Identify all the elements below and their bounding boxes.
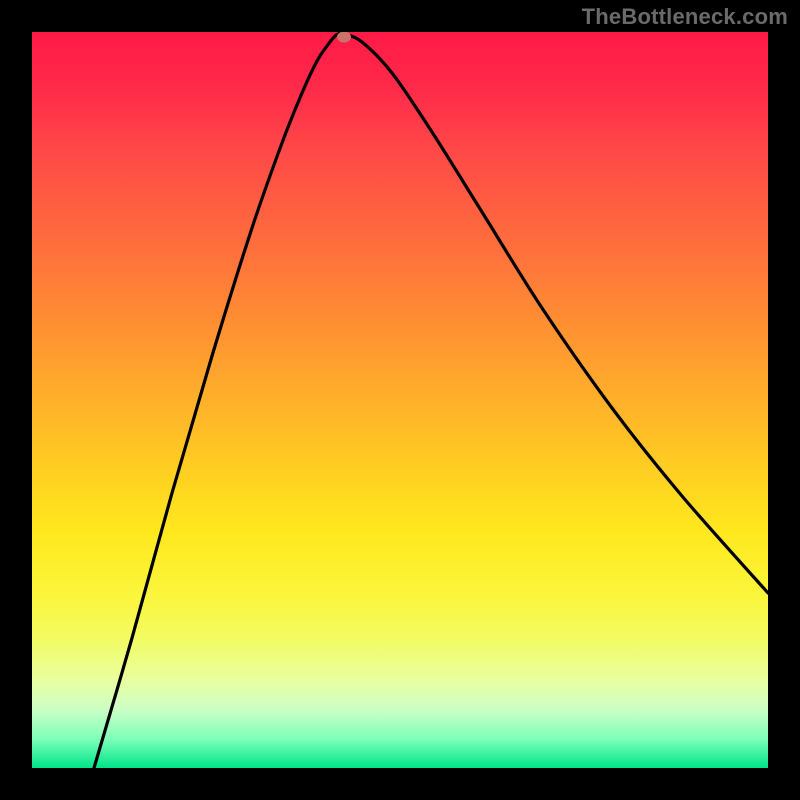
plot-area [32, 32, 768, 768]
curve-svg [32, 32, 768, 768]
bottleneck-curve-path [94, 33, 768, 768]
optimum-marker [337, 32, 351, 43]
chart-frame: TheBottleneck.com [0, 0, 800, 800]
watermark-text: TheBottleneck.com [582, 4, 788, 30]
